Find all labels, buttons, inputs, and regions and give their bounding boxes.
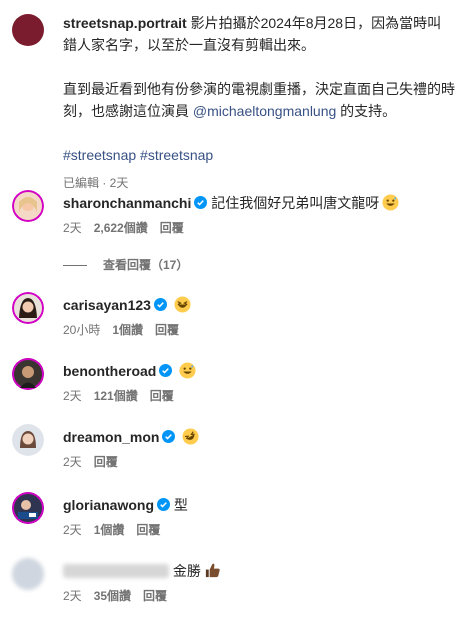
mention-link[interactable]: @michaeltongmanlung (193, 103, 336, 119)
reply-button[interactable]: 回覆 (143, 589, 167, 603)
verified-icon (157, 498, 170, 511)
post-author-username[interactable]: streetsnap.portrait (63, 15, 187, 31)
comment-username[interactable]: dreamon_mon (63, 429, 159, 445)
comment-text: 記住我個好兄弟叫唐文龍呀 (211, 195, 380, 211)
comment-likes[interactable]: 35個讚 (94, 589, 131, 603)
reply-button[interactable]: 回覆 (136, 523, 160, 537)
verified-icon (159, 364, 173, 377)
avatar[interactable] (12, 292, 44, 324)
blurred-username[interactable] (63, 564, 169, 578)
comment-time: 2天 (63, 455, 82, 469)
comment-time: 20小時 (63, 323, 101, 337)
comment-text: 金勝 (172, 563, 201, 579)
comment-likes[interactable]: 121個讚 (94, 389, 138, 403)
reply-button[interactable]: 回覆 (160, 221, 184, 235)
avatar[interactable] (12, 558, 44, 590)
grin-sweat-icon (179, 362, 196, 379)
post-meta: 已編輯 · 2天 (63, 176, 129, 190)
reply-button[interactable]: 回覆 (150, 389, 174, 403)
caption-text-3: 的支持。 (336, 103, 397, 119)
avatar[interactable] (12, 492, 44, 524)
hashtags[interactable]: #streetsnap #streetsnap (63, 144, 455, 166)
view-replies-button[interactable]: 查看回覆（17） (63, 256, 188, 273)
comment-time: 2天 (63, 523, 82, 537)
comment-time: 2天 (63, 589, 82, 603)
verified-icon (153, 298, 167, 311)
comment-text: 型 (173, 497, 188, 513)
comment-username[interactable]: carisayan123 (63, 297, 151, 313)
comment-time: 2天 (63, 389, 82, 403)
verified-icon (162, 430, 176, 443)
avatar[interactable] (12, 190, 44, 222)
verified-icon (194, 196, 208, 209)
comment-time: 2天 (63, 221, 82, 235)
post-author-avatar[interactable] (12, 14, 44, 46)
reply-button[interactable]: 回覆 (94, 455, 118, 469)
comment-username[interactable]: benontheroad (63, 363, 156, 379)
comment-likes[interactable]: 1個讚 (94, 523, 125, 537)
laugh-icon (174, 296, 191, 313)
comment-username[interactable]: sharonchanmanchi (63, 195, 191, 211)
grin-sweat-icon (382, 194, 399, 211)
comment-likes[interactable]: 1個讚 (112, 323, 143, 337)
avatar[interactable] (12, 358, 44, 390)
divider-line (63, 265, 87, 267)
view-replies-label[interactable]: 查看回覆（17） (103, 258, 188, 272)
comment-likes[interactable]: 2,622個讚 (94, 221, 148, 235)
avatar[interactable] (12, 424, 44, 456)
thumbs-up-icon (205, 563, 220, 578)
post-caption: streetsnap.portrait 影片拍攝於2024年8月28日，因為當時… (63, 12, 455, 194)
reply-button[interactable]: 回覆 (155, 323, 179, 337)
rofl-icon (182, 428, 199, 445)
comment-username[interactable]: glorianawong (63, 497, 154, 513)
